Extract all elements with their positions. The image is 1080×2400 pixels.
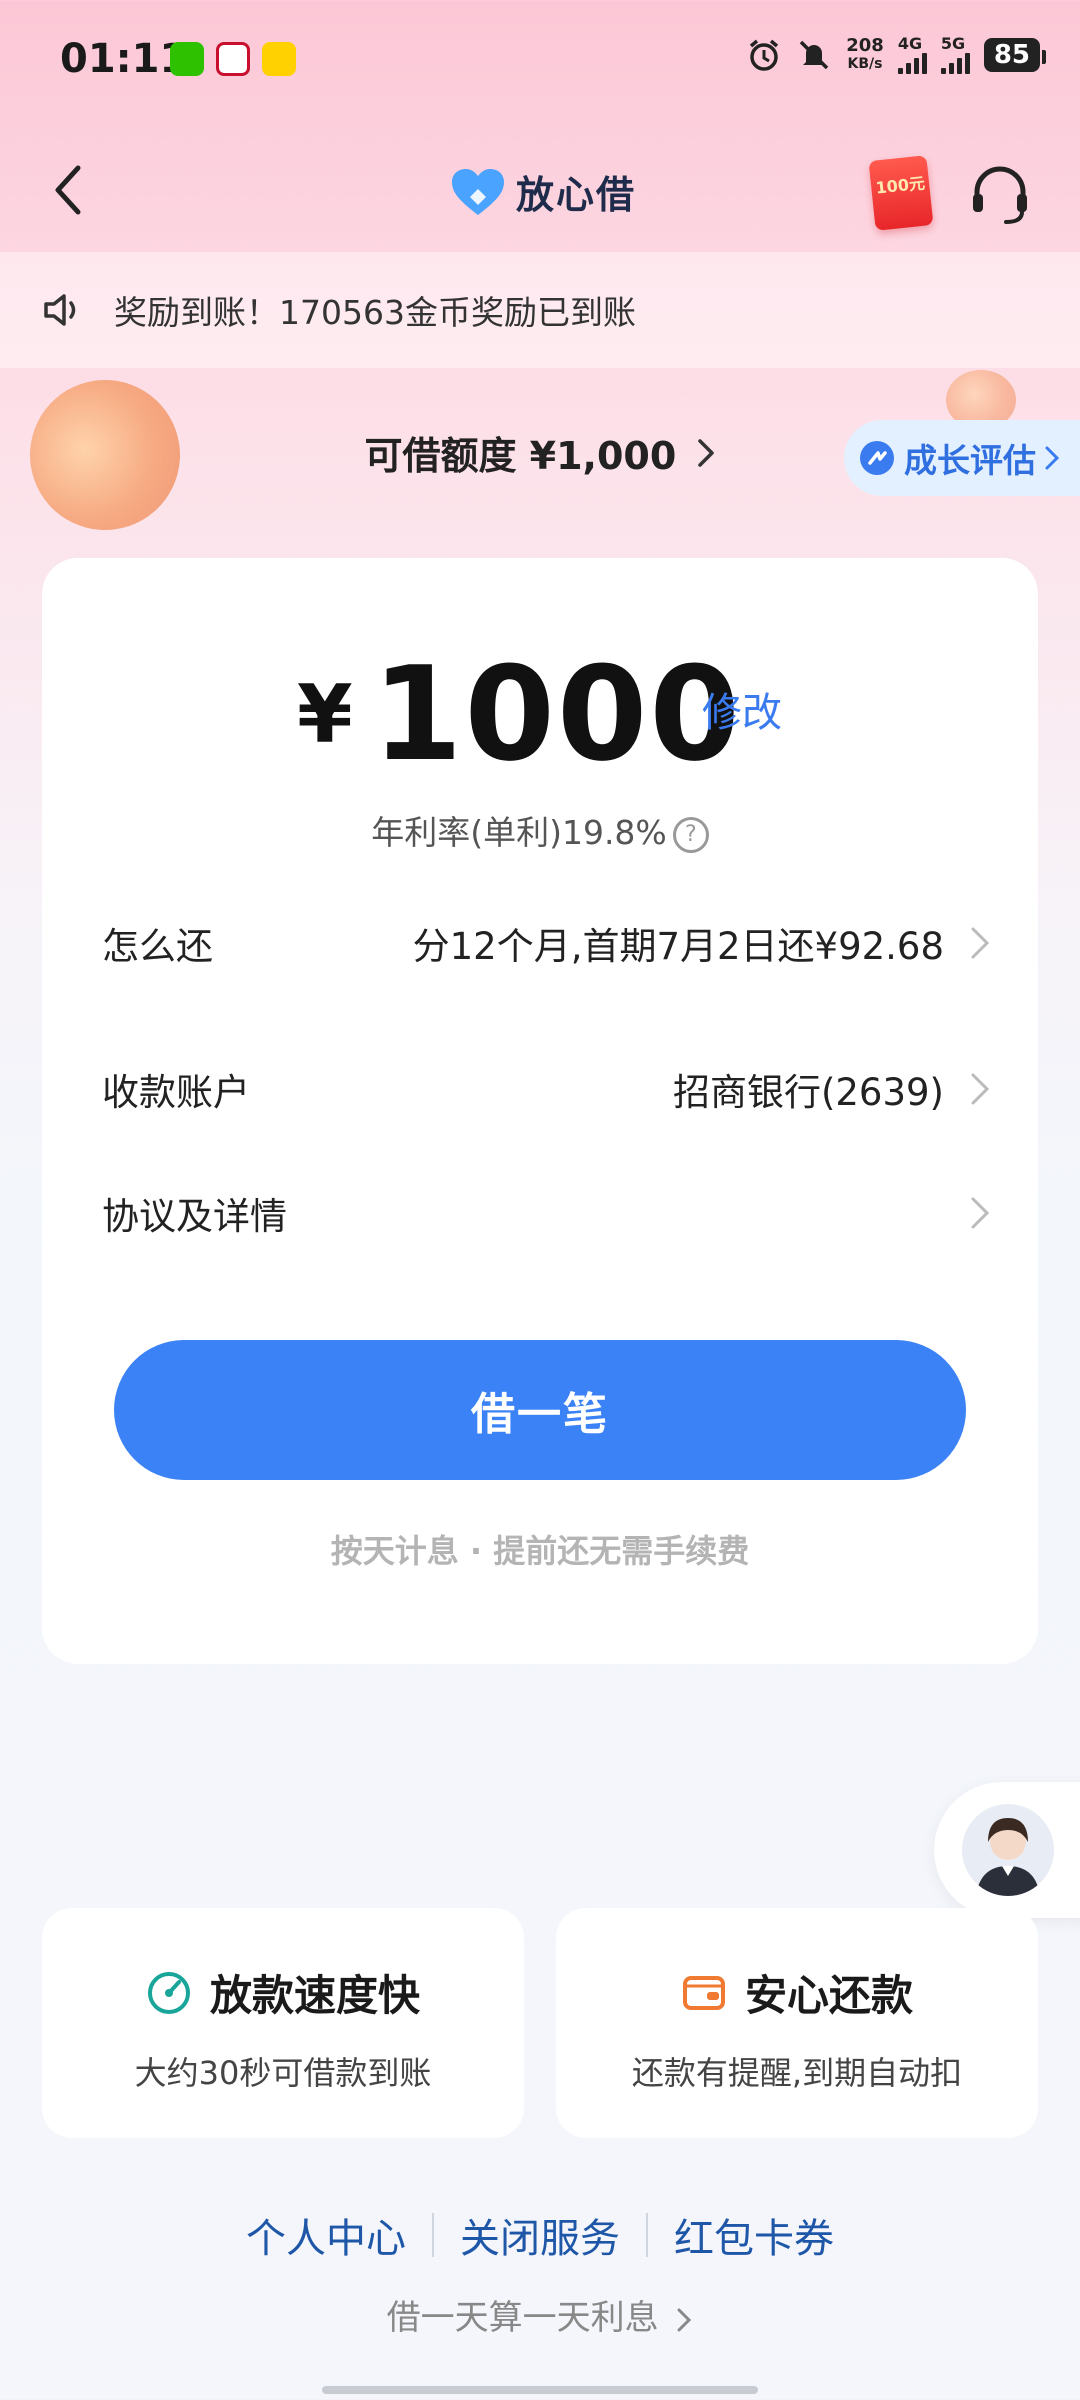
repayment-plan-row[interactable]: 怎么还 分12个月,首期7月2日还¥92.68	[102, 898, 992, 988]
brand-name: 放心借	[516, 173, 637, 217]
assistant-float-button[interactable]	[934, 1782, 1080, 1918]
status-icons: 208 KB/s 4G 5G 85	[746, 34, 1047, 74]
signal-5g-label: 5G	[940, 34, 966, 53]
net-speed: 208 KB/s	[846, 37, 884, 73]
borrow-button[interactable]: 借一笔	[114, 1340, 966, 1480]
back-button[interactable]	[40, 160, 100, 220]
agreement-label: 协议及详情	[102, 1195, 287, 1238]
borrow-hint: 按天计息 · 提前还无需手续费	[330, 1532, 750, 1570]
redpacket-button[interactable]: 100元	[868, 155, 934, 231]
feature-card-fast: 放款速度快 大约30秒可借款到账	[42, 1908, 524, 2138]
amount-row: ¥ 1000 修改	[42, 638, 1038, 790]
interest-note[interactable]: 借一天算一天利息	[0, 2290, 1080, 2339]
growth-icon	[860, 441, 894, 475]
wechat-icon	[170, 42, 204, 76]
personal-center-link[interactable]: 个人中心	[220, 2206, 432, 2264]
meituan-icon	[262, 42, 296, 76]
growth-label: 成长评估	[904, 441, 1036, 480]
headset-icon	[973, 166, 1027, 224]
customer-service-button[interactable]	[965, 160, 1035, 230]
modify-amount-button[interactable]: 修改	[702, 680, 782, 738]
battery-indicator: 85	[983, 38, 1047, 72]
close-service-link[interactable]: 关闭服务	[434, 2206, 646, 2264]
wallet-icon	[682, 1975, 725, 2010]
coupons-link[interactable]: 红包卡券	[648, 2206, 860, 2264]
receiving-account-row[interactable]: 收款账户 招商银行(2639)	[102, 1044, 992, 1134]
net-speed-value: 208	[846, 35, 884, 56]
agreement-details-row[interactable]: 协议及详情	[102, 1168, 992, 1258]
feature-desc: 大约30秒可借款到账	[134, 2054, 432, 2092]
chevron-right-icon	[971, 1073, 990, 1105]
notice-bar[interactable]: 奖励到账！170563金币奖励已到账	[0, 252, 1080, 368]
assistant-avatar	[962, 1804, 1054, 1896]
speed-icon	[147, 1971, 190, 2014]
home-indicator[interactable]	[322, 2386, 758, 2394]
chevron-right-icon	[1045, 446, 1060, 470]
speaker-icon	[44, 294, 76, 326]
feature-title: 安心还款	[556, 1962, 1038, 2023]
feature-title: 放款速度快	[42, 1962, 524, 2023]
mute-icon	[796, 37, 832, 73]
feature-desc: 还款有提醒,到期自动扣	[631, 2054, 963, 2092]
chevron-right-icon	[697, 439, 714, 467]
heart-logo-icon	[452, 168, 504, 215]
chevron-left-icon	[55, 165, 81, 215]
assistant-avatar-icon	[976, 1818, 1040, 1896]
app-header: 放心借 100元	[0, 140, 1080, 240]
status-time: 01:11	[60, 36, 188, 82]
credit-limit-text: 可借额度 ¥1,000	[364, 434, 677, 478]
chevron-right-icon	[971, 1197, 990, 1229]
loan-card: ¥ 1000 修改 年利率(单利)19.8%? 怎么还 分12个月,首期7月2日…	[42, 558, 1038, 1664]
repayment-label: 怎么还	[102, 925, 213, 968]
redpacket-label: 100元	[874, 173, 926, 198]
signal-bars-icon	[897, 52, 927, 74]
feature-title-text: 安心还款	[744, 1971, 913, 2020]
signal-4g: 4G	[897, 34, 927, 74]
help-icon[interactable]: ?	[672, 816, 709, 853]
repayment-value: 分12个月,首期7月2日还¥92.68	[412, 925, 944, 968]
signal-4g-label: 4G	[897, 34, 923, 53]
brand-logo: 放心借	[450, 164, 636, 219]
chevron-right-icon	[677, 2308, 692, 2331]
signal-bars-icon	[940, 52, 970, 74]
signal-5g: 5G	[940, 34, 970, 74]
net-speed-unit: KB/s	[847, 56, 883, 72]
notice-text: 奖励到账！170563金币奖励已到账	[114, 293, 636, 332]
interest-rate-text: 年利率(单利)19.8%	[371, 813, 667, 852]
chevron-right-icon	[971, 927, 990, 959]
currency-symbol: ¥	[297, 668, 353, 761]
growth-assessment-button[interactable]: 成长评估	[844, 420, 1080, 496]
feature-title-text: 放款速度快	[209, 1971, 420, 2020]
alarm-icon	[746, 37, 782, 73]
status-bar: 01:11 208 KB/s 4G 5G 85	[0, 0, 1080, 120]
bank-app-icon	[216, 42, 250, 76]
interest-rate: 年利率(单利)19.8%?	[42, 806, 1038, 854]
bottom-links: 个人中心 关闭服务 红包卡券	[0, 2206, 1080, 2264]
account-label: 收款账户	[102, 1071, 250, 1114]
loan-amount[interactable]: 1000	[372, 638, 742, 790]
account-value: 招商银行(2639)	[672, 1071, 944, 1114]
interest-note-text: 借一天算一天利息	[386, 2298, 659, 2338]
feature-card-repay: 安心还款 还款有提醒,到期自动扣	[556, 1908, 1038, 2138]
